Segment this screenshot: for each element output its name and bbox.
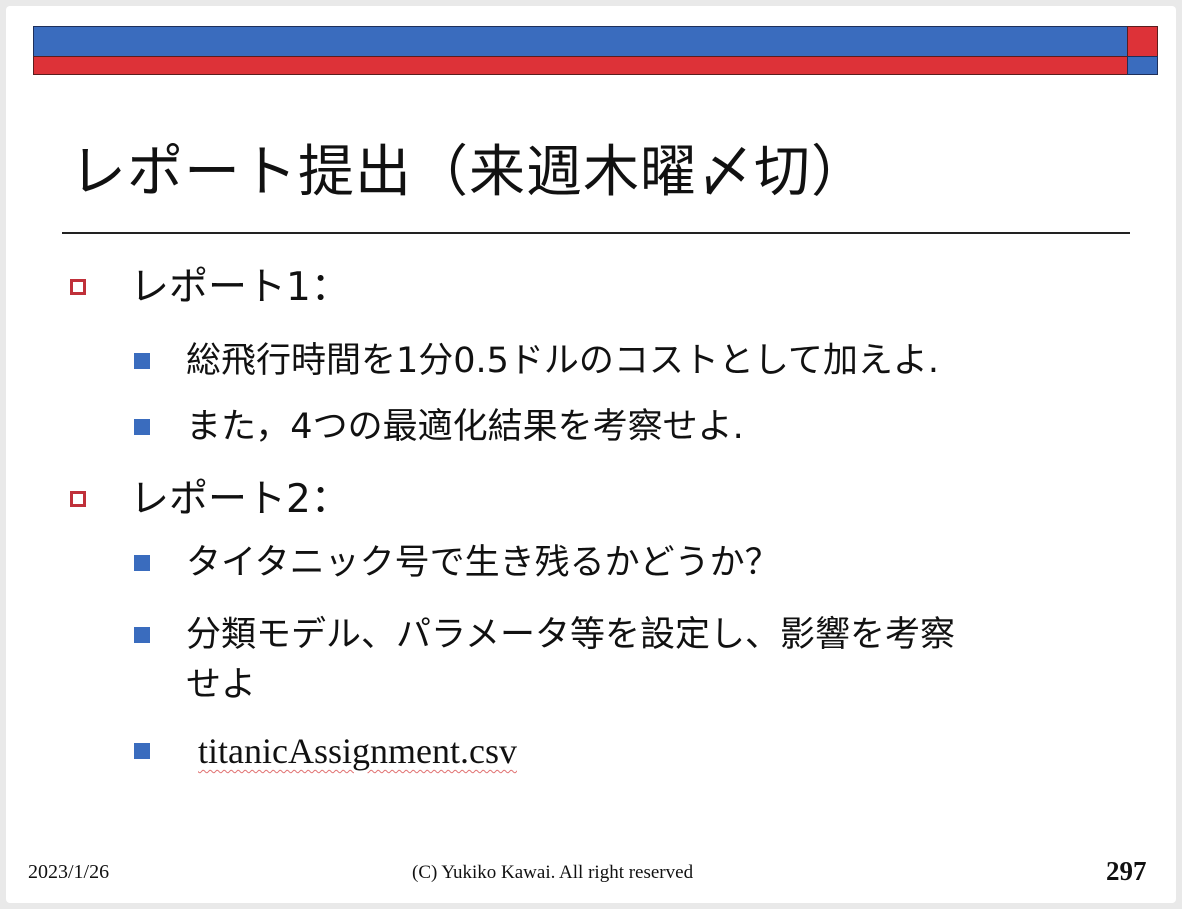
slide-title: レポート提出（来週木曜〆切） bbox=[70, 140, 868, 205]
subbullet-text: 分類モデル、パラメータ等を設定し、影響を考察 bbox=[186, 615, 955, 655]
hollow-square-icon bbox=[70, 279, 86, 295]
filled-square-icon bbox=[134, 555, 150, 571]
report-1-label: レポート1： bbox=[130, 265, 350, 310]
header-bar-red bbox=[33, 56, 1129, 75]
filled-square-icon bbox=[134, 627, 150, 643]
report-2-label: レポート2： bbox=[130, 477, 350, 522]
hollow-square-icon bbox=[70, 491, 86, 507]
subbullet-text: また，4つの最適化結果を考察せよ. bbox=[186, 407, 744, 447]
subbullet-text: 総飛行時間を1分0.5ドルのコストとして加えよ. bbox=[186, 341, 940, 381]
filled-square-icon bbox=[134, 353, 150, 369]
footer-date: 2023/1/26 bbox=[28, 861, 110, 883]
filled-square-icon bbox=[134, 419, 150, 435]
header-square-blue bbox=[1127, 56, 1158, 75]
title-divider bbox=[62, 232, 1130, 234]
filled-square-icon bbox=[134, 743, 150, 759]
header-square-red bbox=[1127, 26, 1158, 58]
csv-filename: titanicAssignment.csv bbox=[198, 731, 517, 771]
subbullet-text: せよ bbox=[186, 665, 257, 705]
page-number: 297 bbox=[1106, 856, 1147, 886]
subbullet-text: タイタニック号で生き残るかどうか？ bbox=[186, 543, 780, 583]
slide: レポート提出（来週木曜〆切） レポート1： 総飛行時間を1分0.5ドルのコストと… bbox=[6, 6, 1176, 903]
footer-copyright: (C) Yukiko Kawai. All right reserved bbox=[412, 862, 694, 883]
header-bar-blue bbox=[33, 26, 1129, 60]
